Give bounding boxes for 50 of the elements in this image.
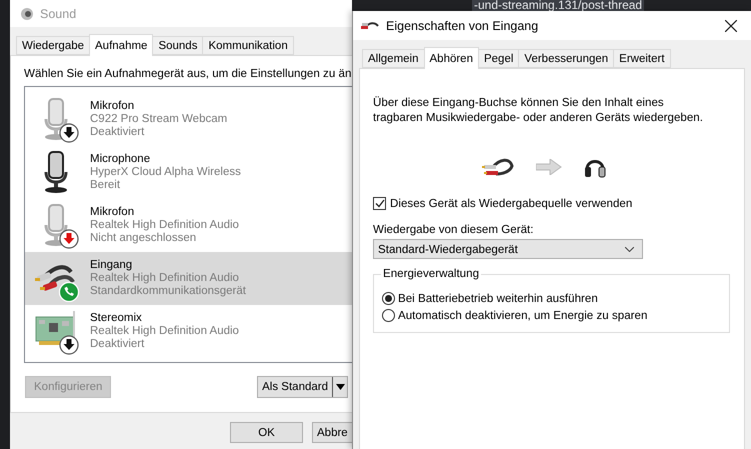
device-status: Standardkommunikationsgerät — [90, 285, 246, 298]
checkbox[interactable] — [373, 197, 386, 210]
window-title: Sound — [40, 6, 76, 20]
caret-icon — [336, 384, 344, 390]
cancel-button[interactable]: Abbre — [312, 422, 352, 443]
device-name: Eingang — [90, 259, 134, 272]
device-status: Bereit — [90, 179, 122, 192]
device-status: Deaktiviert — [90, 126, 146, 139]
tab[interactable]: Pegel — [478, 49, 520, 68]
device-item[interactable]: Microphone HyperX Cloud Alpha Wireless Bereit — [25, 146, 352, 199]
radio-label: Automatisch deaktivieren, um Energie zu sparen — [398, 309, 648, 322]
tab[interactable]: Abhören — [424, 47, 479, 69]
address-text: -und-streaming.131/post-thread — [472, 0, 644, 11]
tab[interactable]: Aufnahme — [89, 34, 154, 56]
device-description: Realtek High Definition Audio — [90, 272, 240, 285]
device-description: Realtek High Definition Audio — [90, 219, 239, 232]
ok-button[interactable]: OK — [230, 422, 303, 443]
device-name: Mikrofon — [90, 206, 136, 219]
tab[interactable]: Verbesserungen — [518, 49, 614, 68]
device-status: Nicht angeschlossen — [90, 232, 198, 245]
radio-label: Bei Batteriebetrieb weiterhin ausführen — [398, 292, 598, 305]
audio-cable-icon — [361, 20, 379, 32]
chevron-down-icon — [625, 246, 634, 252]
instruction-text: Wählen Sie ein Aufnahmegerät aus, um die Einstellungen zu än — [24, 67, 352, 80]
arrow-right-icon — [536, 159, 562, 175]
device-description: C922 Pro Stream Webcam — [90, 113, 228, 126]
tab[interactable]: Wiedergabe — [16, 36, 90, 55]
description-text: Über diese Eingang-Buchse können Sie den Inhalt eines tragbaren Musikwiedergabe- oder anderen Geräts wiedergeben. — [373, 95, 704, 125]
group-title: Energieverwaltung — [381, 267, 482, 280]
device-item[interactable]: Eingang Realtek High Definition Audio Standardkommunikationsgerät — [25, 252, 352, 305]
radio-button[interactable] — [382, 292, 395, 305]
audio-cable-icon — [482, 156, 514, 178]
close-icon — [725, 20, 737, 32]
device-name: Mikrofon — [90, 100, 136, 113]
tab[interactable]: Sounds — [152, 36, 204, 55]
playback-device-dropdown[interactable]: Standard-Wiedergabegerät — [373, 239, 643, 259]
dialog-title: Eigenschaften von Eingang — [386, 18, 540, 32]
tab[interactable]: Allgemein — [362, 49, 424, 68]
tab[interactable]: Erweitert — [613, 49, 671, 68]
radio-button[interactable] — [382, 309, 395, 322]
device-item[interactable]: Mikrofon Realtek High Definition Audio Nicht angeschlossen — [25, 199, 352, 252]
device-name: Microphone — [90, 153, 152, 166]
device-status: Deaktiviert — [90, 338, 146, 351]
set-default-button[interactable]: Als Standard — [257, 376, 348, 398]
device-description: HyperX Cloud Alpha Wireless — [90, 166, 241, 179]
field-label: Wiedergabe von diesem Gerät: — [373, 223, 534, 236]
device-name: Stereomix — [90, 312, 143, 325]
tab[interactable]: Kommunikation — [202, 36, 294, 55]
checkbox-label: Dieses Gerät als Wiedergabequelle verwenden — [390, 197, 632, 210]
device-description: Realtek High Definition Audio — [90, 325, 239, 338]
